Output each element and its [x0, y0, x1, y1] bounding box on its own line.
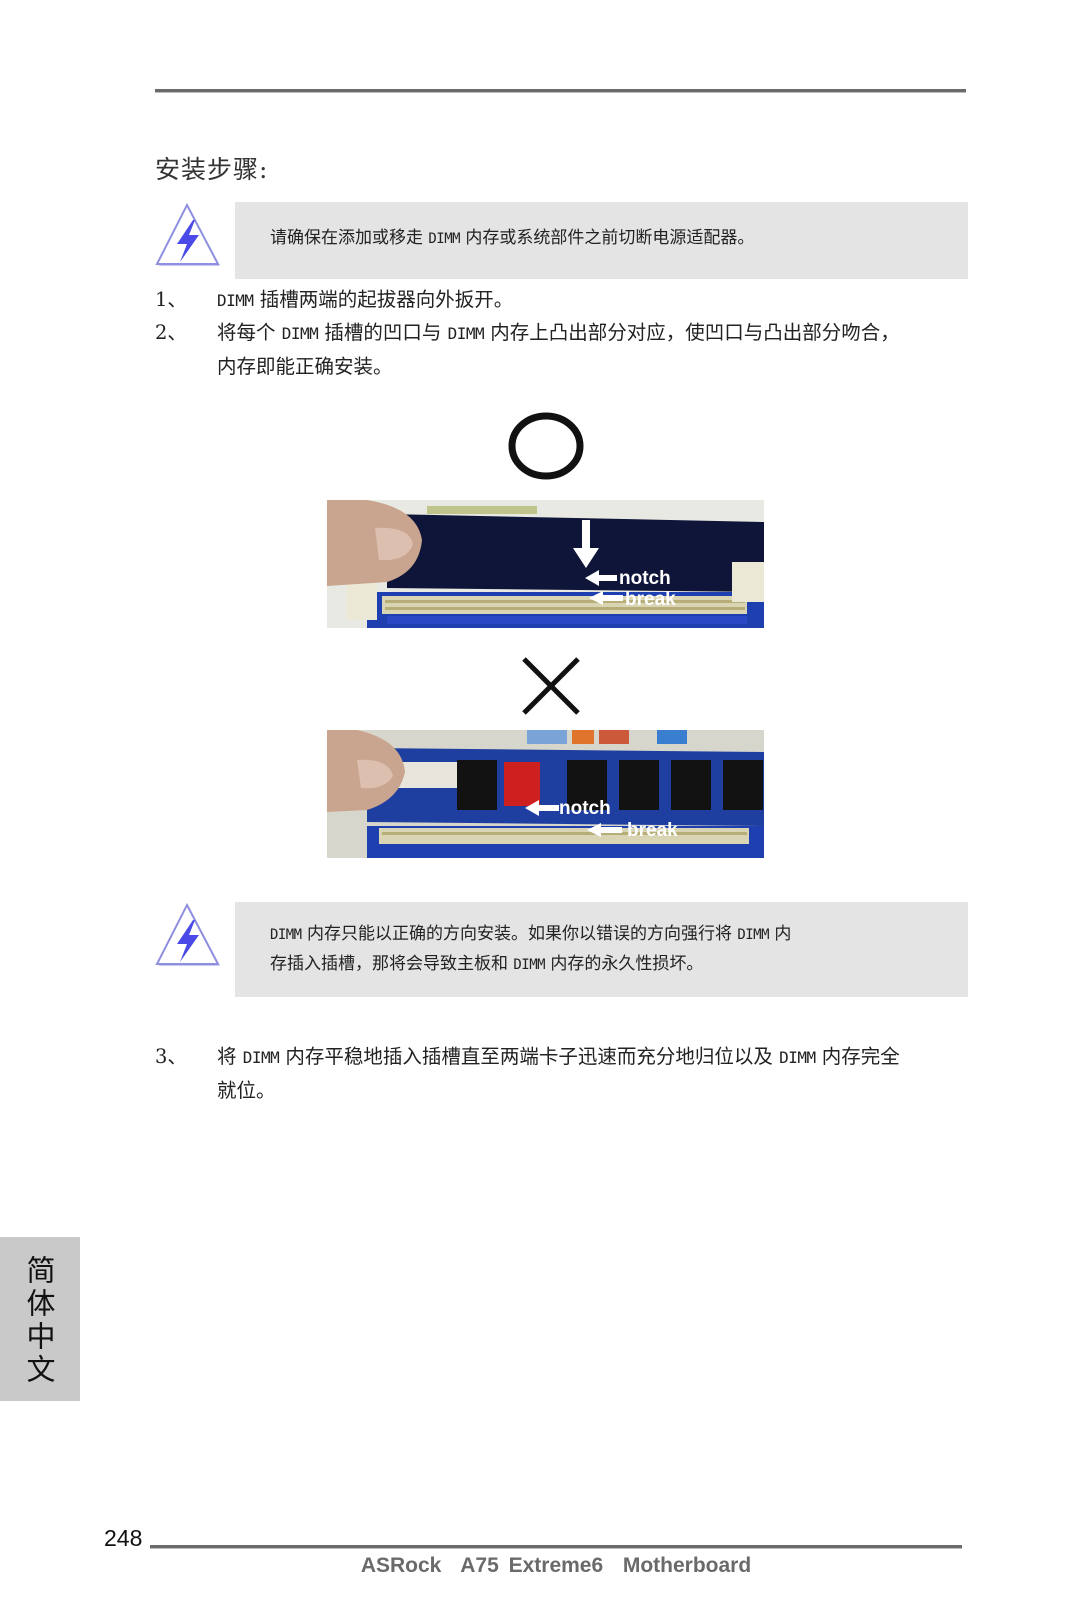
dimm-photo-wrong: notch break — [327, 730, 764, 858]
step-3: 3、 将 DIMM 内存平稳地插入插槽直至两端卡子迅速而充分地归位以及 DIMM… — [155, 1045, 900, 1102]
break-label: break — [627, 820, 678, 841]
warning-lightning-icon — [153, 202, 221, 268]
warning-box-power: 请确保在添加或移走 DIMM 内存或系统部件之前切断电源适配器。 — [235, 202, 968, 279]
step-1: 1、 DIMM 插槽两端的起拔器向外扳开。 — [155, 288, 514, 311]
break-label: break — [625, 589, 676, 610]
page-number: 248 — [104, 1525, 143, 1551]
dimm-photo-correct: notch break — [327, 500, 764, 628]
warning-text: DIMM 内存只能以正确的方向安装。如果你以错误的方向强行将 DIMM 内 存插… — [270, 924, 792, 974]
footer-brand: ASRock A75 Extreme6 Motherboard — [360, 1554, 752, 1577]
step-2: 2、 将每个 DIMM 插槽的凹口与 DIMM 内存上凸出部分对应，使凹口与凸出… — [155, 321, 900, 378]
warning-lightning-icon — [153, 902, 221, 968]
warning-text: 请确保在添加或移走 DIMM 内存或系统部件之前切断电源适配器。 — [270, 228, 755, 248]
section-title: 安装步骤: — [155, 155, 269, 184]
warning-box-orientation: DIMM 内存只能以正确的方向安装。如果你以错误的方向强行将 DIMM 内 存插… — [235, 902, 968, 997]
language-label: 简体中文 — [22, 1255, 56, 1387]
correct-circle-icon — [506, 410, 586, 486]
notch-label: notch — [559, 798, 611, 819]
wrong-cross-icon — [520, 655, 582, 721]
footer-rule — [150, 1545, 962, 1549]
notch-label: notch — [619, 568, 671, 589]
language-side-tab: 简体中文 — [0, 1237, 80, 1401]
header-rule — [155, 89, 966, 93]
